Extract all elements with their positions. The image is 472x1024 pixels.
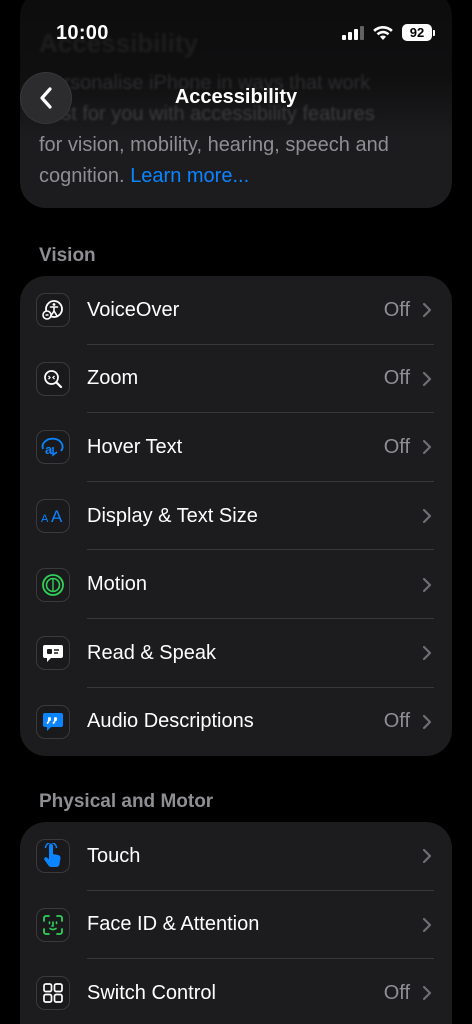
row-read-speak[interactable]: Read & Speak [20, 619, 452, 688]
audio-descriptions-icon [36, 704, 70, 739]
row-label: Touch [87, 844, 141, 867]
row-switch-control[interactable]: Switch Control Off [20, 959, 452, 1024]
svg-text:A: A [41, 513, 49, 525]
chevron-right-icon [422, 986, 432, 1001]
row-voiceover[interactable]: VoiceOver Off [20, 276, 452, 345]
chevron-right-icon [422, 508, 432, 524]
row-value: Off [383, 710, 410, 733]
row-label: Audio Descriptions [87, 710, 254, 733]
row-zoom[interactable]: Zoom Off [20, 345, 452, 414]
row-label: Zoom [87, 367, 139, 390]
chevron-right-icon [422, 371, 432, 386]
row-audio-descriptions[interactable]: Audio Descriptions Off [20, 688, 452, 757]
text-size-icon: A A [36, 499, 70, 534]
chevron-right-icon [422, 303, 432, 318]
physical-motor-group: Touch Face ID & Attention Switch Control… [20, 822, 452, 1024]
row-touch[interactable]: Touch [20, 822, 452, 891]
status-icons: 92 [342, 24, 435, 41]
status-bar: 10:00 92 [0, 0, 472, 60]
row-display-text-size[interactable]: A A Display & Text Size [20, 482, 452, 551]
battery-icon: 92 [402, 24, 435, 41]
row-hover-text[interactable]: a Hover Text Off [20, 413, 452, 482]
touch-icon [36, 839, 70, 874]
row-label: Hover Text [87, 435, 183, 458]
face-id-icon [36, 907, 70, 942]
intro-line-last: cognition. Learn more... [39, 161, 439, 192]
row-label: Switch Control [87, 981, 216, 1004]
chevron-right-icon [422, 917, 432, 932]
voiceover-icon [36, 293, 70, 328]
learn-more-link[interactable]: Learn more... [130, 165, 249, 187]
section-header-vision: Vision [39, 245, 96, 266]
section-header-physical-motor: Physical and Motor [39, 791, 214, 812]
row-value: Off [383, 435, 410, 458]
row-label: Read & Speak [87, 641, 216, 664]
chevron-right-icon [422, 577, 432, 592]
row-label: Face ID & Attention [87, 913, 260, 936]
row-label: Motion [87, 573, 148, 596]
motion-icon [36, 567, 70, 602]
svg-text:a: a [45, 442, 53, 457]
row-value: Off [383, 367, 410, 390]
row-value: Off [383, 298, 410, 321]
row-motion[interactable]: Motion [20, 550, 452, 619]
chevron-right-icon [422, 849, 432, 864]
vision-group: VoiceOver Off Zoom Off a Hover Text Off … [20, 276, 452, 757]
intro-line: for vision, mobility, hearing, speech an… [39, 134, 389, 156]
chevron-right-icon [422, 440, 432, 455]
row-label: VoiceOver [87, 298, 180, 321]
status-time: 10:00 [56, 22, 109, 44]
wifi-icon [373, 25, 393, 40]
row-value: Off [383, 981, 410, 1004]
hover-text-icon: a [36, 430, 70, 465]
row-face-id-attention[interactable]: Face ID & Attention [20, 891, 452, 960]
read-speak-icon [36, 636, 70, 671]
nav-title: Accessibility [174, 86, 298, 108]
cellular-signal-icon [342, 25, 364, 40]
chevron-right-icon [422, 714, 432, 729]
zoom-icon [36, 361, 70, 396]
chevron-right-icon [422, 646, 432, 661]
intro-last-text: cognition. [39, 165, 125, 187]
row-label: Display & Text Size [87, 504, 258, 527]
switch-control-icon [36, 976, 70, 1011]
accessibility-settings-screen: Accessibility Personalise iPhone in ways… [0, 0, 472, 1024]
svg-text:A: A [51, 507, 63, 526]
